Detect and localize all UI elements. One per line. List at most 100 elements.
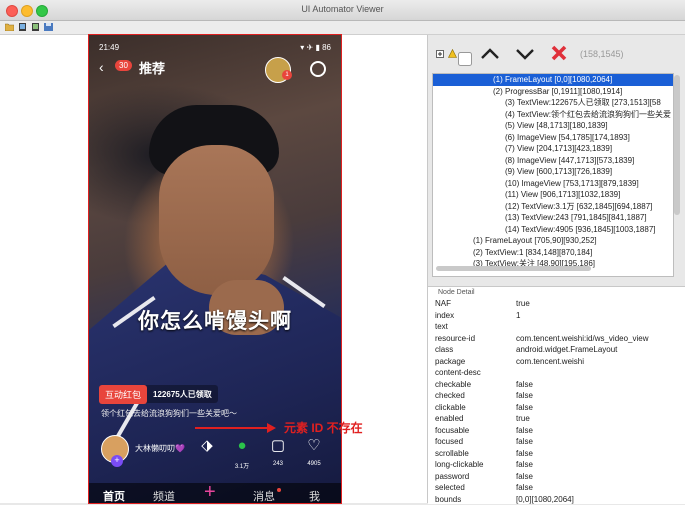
back-arrow-icon[interactable]: ‹ (99, 59, 104, 75)
warning-icon[interactable] (448, 49, 457, 58)
screenshot-panel: 21:49 ▾ ✈ ▮ 86 ‹ 30 推荐 1 你怎么啃馒头啊 互动红包 12… (0, 35, 428, 503)
node-detail-row[interactable]: text (432, 321, 685, 333)
author-name[interactable]: 大林懒叨叨💜 (135, 443, 185, 454)
node-detail-key: long-clickable (435, 459, 483, 471)
tree-node[interactable]: (2) TextView:1 [834,148][870,184] (433, 247, 673, 259)
comment-count: 243 (268, 461, 288, 467)
tree-node[interactable]: (1) FrameLayout [0,0][1080,2064] (433, 74, 673, 86)
tree-node[interactable]: (10) ImageView [753,1713][879,1839] (433, 178, 673, 190)
node-detail-value: false (516, 448, 533, 460)
node-detail-row[interactable]: checkedfalse (432, 390, 685, 402)
tree-node[interactable]: (11) View [906,1713][1032,1839] (433, 189, 673, 201)
node-detail-row[interactable]: focusablefalse (432, 425, 685, 437)
node-detail-row[interactable]: selectedfalse (432, 482, 685, 494)
node-detail-row[interactable]: index 1 (432, 310, 685, 322)
video-face (159, 145, 274, 295)
nav-messages[interactable]: 消息 (253, 488, 275, 503)
tree-node[interactable]: (14) TextView:4905 [936,1845][1003,1887] (433, 224, 673, 236)
node-detail-row[interactable]: clickablefalse (432, 402, 685, 414)
comment-button[interactable]: ▢ 243 (268, 437, 288, 467)
node-detail-row[interactable]: long-clickable false (432, 459, 685, 471)
chevron-up-icon[interactable] (480, 47, 500, 60)
tree-node[interactable]: (13) TextView:243 [791,1845][841,1887] (433, 212, 673, 224)
cursor-coordinates: (158,1545) (580, 49, 624, 59)
device-screenshot-icon[interactable] (18, 23, 27, 31)
node-detail-row[interactable]: bounds [0,0][1080,2064] (432, 494, 685, 505)
node-detail-key: index (435, 310, 454, 322)
like-count: 4905 (304, 461, 324, 467)
node-detail-row[interactable]: enabled true (432, 413, 685, 425)
expand-all-icon[interactable] (436, 50, 444, 58)
node-detail-value: android.widget.FrameLayout (516, 344, 617, 356)
red-packet-count: 122675人已领取 (147, 389, 218, 400)
node-detail-key: package (435, 356, 465, 368)
node-detail-key: text (435, 321, 448, 333)
tree-node[interactable]: (5) View [48,1713][180,1839] (433, 120, 673, 132)
node-detail-row[interactable]: scrollable false (432, 448, 685, 460)
node-detail-row[interactable]: resource-idcom.tencent.weishi:id/ws_vide… (432, 333, 685, 345)
clear-x-icon[interactable] (550, 44, 568, 62)
node-detail-value: 1 (516, 310, 520, 322)
node-detail-key: enabled (435, 413, 463, 425)
node-detail-value: false (516, 402, 533, 414)
node-detail-key: scrollable (435, 448, 469, 460)
tag-icon: ⬗ (197, 437, 217, 455)
share-count: 3.1万 (232, 461, 252, 470)
like-button[interactable]: ♡ 4905 (304, 437, 324, 467)
node-detail-row[interactable]: classandroid.widget.FrameLayout (432, 344, 685, 356)
node-detail-value: [0,0][1080,2064] (516, 494, 574, 505)
node-detail-row[interactable]: passwordfalse (432, 471, 685, 483)
wechat-share-button[interactable]: ● 3.1万 (232, 437, 252, 470)
compressed-screenshot-icon[interactable] (31, 23, 40, 31)
annotation-arrow (195, 427, 267, 429)
node-detail-row[interactable]: focusedfalse (432, 436, 685, 448)
tree-node[interactable]: (12) TextView:3.1万 [632,1845][694,1887] (433, 201, 673, 213)
chevron-down-icon[interactable] (515, 47, 535, 60)
tree-node[interactable]: (1) FrameLayout [705,90][930,252] (433, 235, 673, 247)
window-title: UI Automator Viewer (0, 4, 685, 14)
video-subtitle: 你怎么啃馒头啊 (89, 305, 341, 335)
tree-horizontal-scrollbar[interactable] (436, 266, 591, 271)
tree-node[interactable]: (2) ProgressBar [0,1911][1080,1914] (433, 86, 673, 98)
node-detail-value: false (516, 459, 533, 471)
nav-home[interactable]: 首页 (103, 488, 125, 503)
annotation-arrowhead (267, 423, 276, 433)
node-detail-key: checked (435, 390, 465, 402)
open-folder-icon[interactable] (5, 23, 14, 31)
node-detail-row[interactable]: packagecom.tencent.weishi (432, 356, 685, 368)
nav-channel[interactable]: 频道 (153, 488, 175, 503)
tree-node[interactable]: (3) TextView:122675人已领取 [273,1513][58 (433, 97, 673, 109)
follow-plus-icon[interactable]: + (111, 455, 123, 467)
hierarchy-tree[interactable]: (1) FrameLayout [0,0][1080,2064](2) Prog… (432, 73, 674, 277)
node-detail-row[interactable]: NAFtrue (432, 298, 685, 310)
search-icon[interactable] (310, 61, 326, 77)
tree-node[interactable]: (4) TextView:领个红包去给流浪狗狗们一些关爱 (433, 109, 673, 121)
status-time: 21:49 (99, 43, 119, 52)
main-toolbar (0, 21, 685, 35)
tree-node[interactable]: (8) ImageView [447,1713][573,1839] (433, 155, 673, 167)
window-title-bar: UI Automator Viewer (0, 0, 685, 21)
toggle-naf-checkbox[interactable] (458, 52, 472, 66)
tab-recommend[interactable]: 推荐 (139, 58, 165, 77)
red-packet-banner[interactable]: 互动红包 122675人已领取 (99, 385, 218, 403)
create-plus-icon[interactable]: + (204, 483, 216, 501)
comment-icon: ▢ (268, 437, 288, 455)
node-detail-row[interactable]: content-desc (432, 367, 685, 379)
tree-node[interactable]: (9) View [600,1713][726,1839] (433, 166, 673, 178)
node-detail-value: true (516, 413, 530, 425)
tree-node[interactable]: (6) ImageView [54,1785][174,1893] (433, 132, 673, 144)
node-detail-panel: Node Detail NAFtrueindex 1 textresource-id… (428, 286, 685, 504)
node-detail-key: resource-id (435, 333, 475, 345)
save-icon[interactable] (44, 23, 53, 31)
node-detail-row[interactable]: checkablefalse (432, 379, 685, 391)
tree-vertical-scrollbar[interactable] (674, 75, 680, 215)
node-detail-value: false (516, 482, 533, 494)
node-detail-key: bounds (435, 494, 461, 505)
tag-button[interactable]: ⬗ (197, 437, 217, 461)
nav-me[interactable]: 我 (309, 488, 320, 503)
wechat-icon: ● (232, 437, 252, 455)
node-detail-title: Node Detail (438, 289, 475, 296)
heart-icon: ♡ (304, 437, 324, 455)
tree-node[interactable]: (7) View [204,1713][423,1839] (433, 143, 673, 155)
node-detail-value: true (516, 298, 530, 310)
